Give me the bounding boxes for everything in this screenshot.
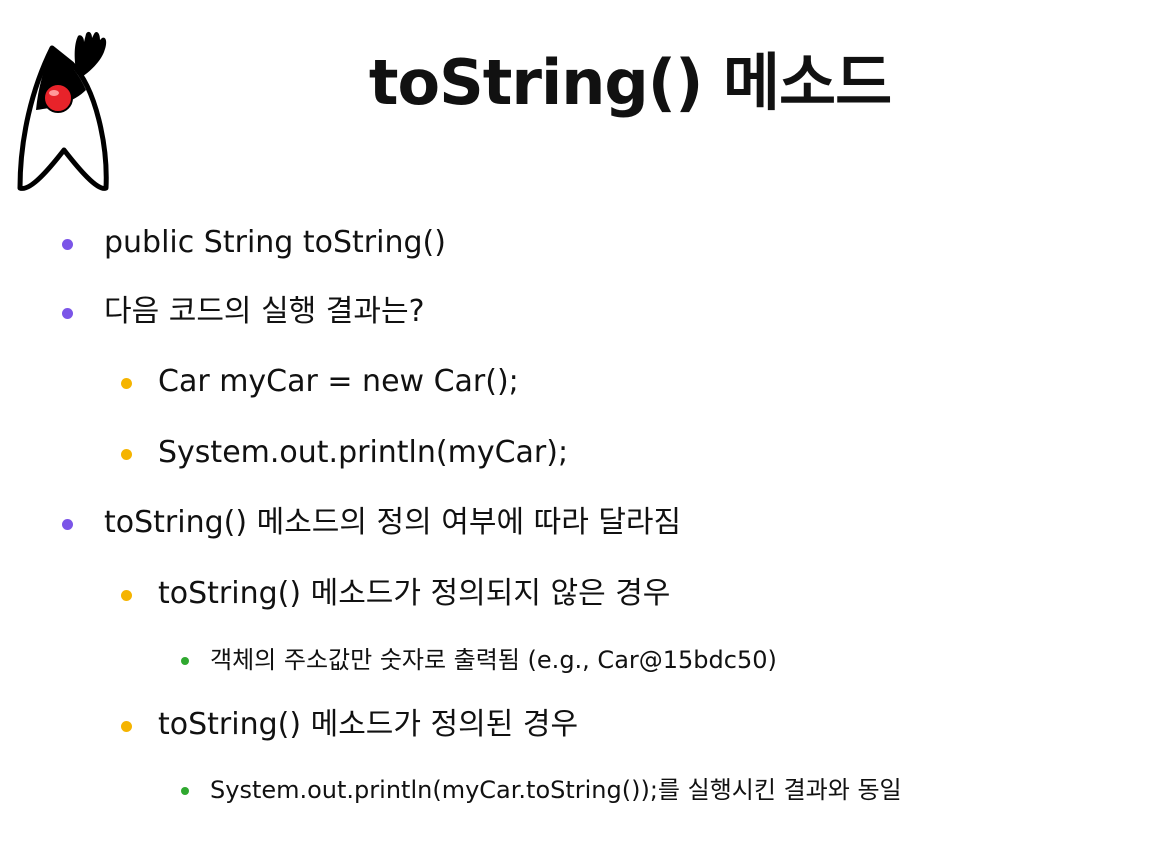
list-item-text: System.out.println(myCar);: [158, 435, 569, 470]
list-item-text: toString() 메소드가 정의되지 않은 경우: [158, 576, 671, 611]
list-item-text: System.out.println(myCar.toString());를 실…: [210, 776, 902, 804]
bullet-dot: [121, 590, 132, 601]
list-item: System.out.println(myCar.toString());를 실…: [181, 776, 902, 804]
list-item-text: toString() 메소드의 정의 여부에 따라 달라짐: [104, 505, 682, 540]
slide-title: toString() 메소드: [368, 46, 892, 119]
list-item: 다음 코드의 실행 결과는?: [62, 294, 425, 329]
list-item: public String toString(): [62, 225, 446, 260]
bullet-dot: [62, 308, 73, 319]
bullet-dot: [62, 239, 73, 250]
bullet-dot: [121, 378, 132, 389]
bullet-dot: [181, 787, 189, 795]
list-item-text: public String toString(): [104, 225, 446, 260]
list-item-text: toString() 메소드가 정의된 경우: [158, 707, 579, 742]
list-item: 객체의 주소값만 숫자로 출력됨 (e.g., Car@15bdc50): [181, 646, 777, 674]
bullet-dot: [121, 721, 132, 732]
bullet-dot: [62, 519, 73, 530]
list-item: System.out.println(myCar);: [121, 435, 569, 470]
java-duke-mascot-icon: [17, 31, 109, 191]
list-item: toString() 메소드가 정의되지 않은 경우: [121, 576, 671, 611]
list-item: toString() 메소드의 정의 여부에 따라 달라짐: [62, 505, 682, 540]
list-item-text: Car myCar = new Car();: [158, 364, 519, 399]
list-item: toString() 메소드가 정의된 경우: [121, 707, 579, 742]
list-item: Car myCar = new Car();: [121, 364, 519, 399]
bullet-dot: [181, 657, 189, 665]
bullet-dot: [121, 449, 132, 460]
list-item-text: 객체의 주소값만 숫자로 출력됨 (e.g., Car@15bdc50): [210, 646, 777, 674]
list-item-text: 다음 코드의 실행 결과는?: [104, 294, 425, 329]
